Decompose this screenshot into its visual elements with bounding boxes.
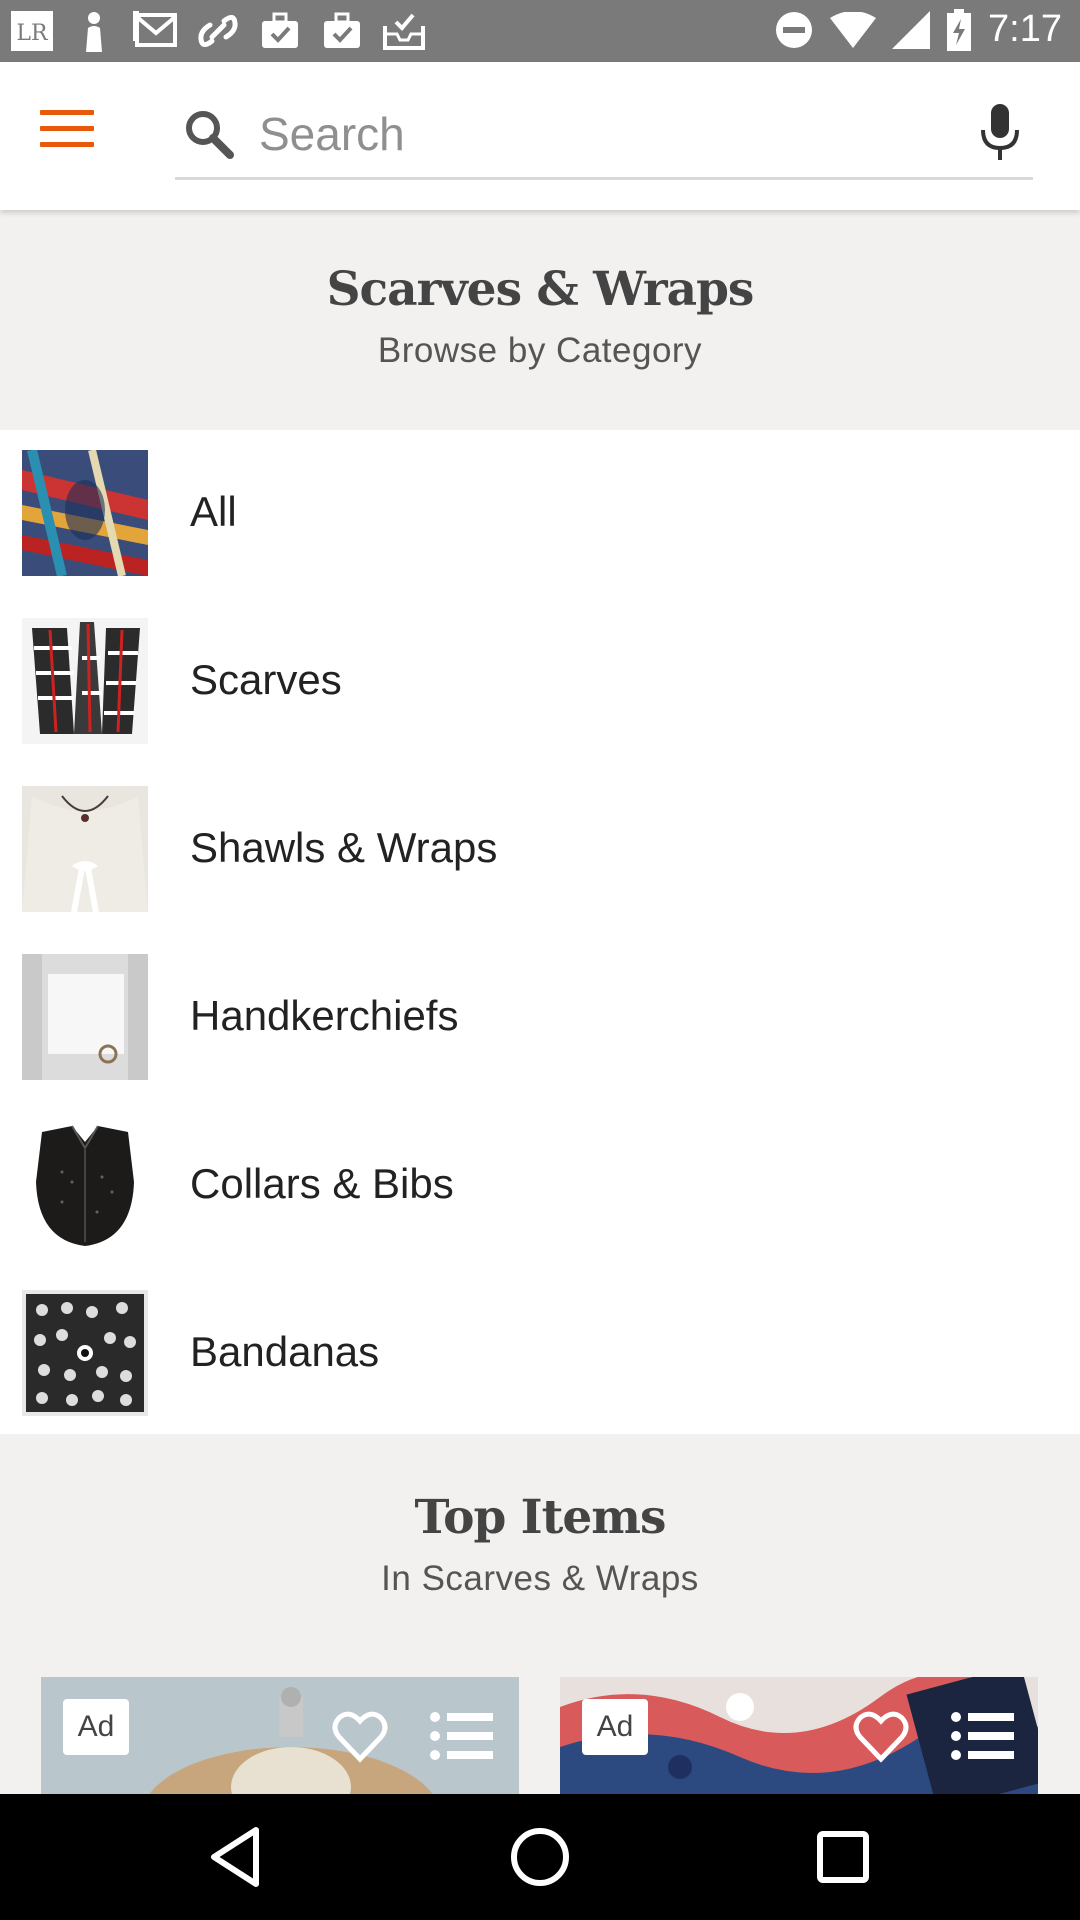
status-bar: LR 7:17	[0, 0, 1080, 62]
signal-icon	[892, 10, 931, 49]
product-card[interactable]: Ad	[41, 1677, 519, 1797]
category-item-all[interactable]: All	[0, 430, 1080, 598]
category-thumbnail	[22, 954, 148, 1080]
battery-charging-icon	[947, 8, 972, 51]
add-to-list-icon[interactable]	[429, 1711, 495, 1761]
heart-icon[interactable]	[331, 1709, 389, 1763]
link-icon	[194, 10, 242, 52]
ad-badge: Ad	[63, 1699, 129, 1755]
page-title: Scarves & Wraps	[326, 262, 755, 317]
category-thumbnail	[22, 786, 148, 912]
category-thumbnail	[22, 618, 148, 744]
category-thumbnail	[22, 450, 148, 576]
category-label: Collars & Bibs	[190, 1160, 454, 1207]
briefcase-check-icon	[318, 10, 366, 52]
top-items-subtitle: In Scarves & Wraps	[381, 1559, 699, 1598]
heart-icon[interactable]	[852, 1709, 910, 1763]
category-item-bandanas[interactable]: Bandanas	[0, 1270, 1080, 1438]
back-icon[interactable]	[204, 1824, 270, 1890]
category-label: Bandanas	[190, 1328, 380, 1375]
svg-text:LR: LR	[16, 21, 49, 46]
search-bar[interactable]	[175, 92, 1033, 180]
briefcase-check-icon	[256, 10, 304, 52]
clock: 7:17	[988, 8, 1062, 50]
category-label: Shawls & Wraps	[190, 824, 498, 871]
category-thumbnail	[22, 1122, 148, 1248]
recents-icon[interactable]	[810, 1824, 876, 1890]
top-items-title: Top Items	[414, 1490, 667, 1545]
category-label: Scarves	[190, 656, 342, 703]
menu-icon[interactable]	[40, 110, 94, 160]
category-item-handkerchiefs[interactable]: Handkerchiefs	[0, 934, 1080, 1102]
do-not-disturb-icon	[776, 11, 813, 48]
notification-icons: LR	[8, 10, 428, 52]
mic-icon[interactable]	[975, 104, 1025, 162]
category-label: All	[190, 488, 237, 535]
search-icon	[186, 111, 234, 159]
ad-badge: Ad	[582, 1699, 648, 1755]
category-label: Handkerchiefs	[190, 992, 459, 1039]
category-header: Scarves & Wraps Browse by Category	[0, 262, 1080, 371]
search-input[interactable]	[259, 102, 919, 166]
add-to-list-icon[interactable]	[950, 1711, 1016, 1761]
wifi-icon	[830, 11, 877, 48]
top-items-header: Top Items In Scarves & Wraps	[0, 1490, 1080, 1599]
lr-app-icon: LR	[8, 10, 56, 52]
category-thumbnail	[22, 1290, 148, 1416]
home-icon[interactable]	[507, 1824, 573, 1890]
category-item-scarves[interactable]: Scarves	[0, 598, 1080, 766]
inbox-check-icon	[380, 10, 428, 52]
person-icon	[70, 10, 118, 52]
category-item-shawls-wraps[interactable]: Shawls & Wraps	[0, 766, 1080, 934]
category-list: All Scarves Shawls & Wraps Handkerchiefs…	[0, 430, 1080, 1434]
page-subtitle: Browse by Category	[377, 331, 703, 370]
category-item-collars-bibs[interactable]: Collars & Bibs	[0, 1102, 1080, 1270]
navigation-bar	[0, 1794, 1080, 1920]
product-card[interactable]: Ad	[560, 1677, 1038, 1797]
gmail-icon	[132, 10, 180, 52]
system-icons: 7:17	[774, 8, 1062, 51]
app-bar	[0, 62, 1080, 210]
